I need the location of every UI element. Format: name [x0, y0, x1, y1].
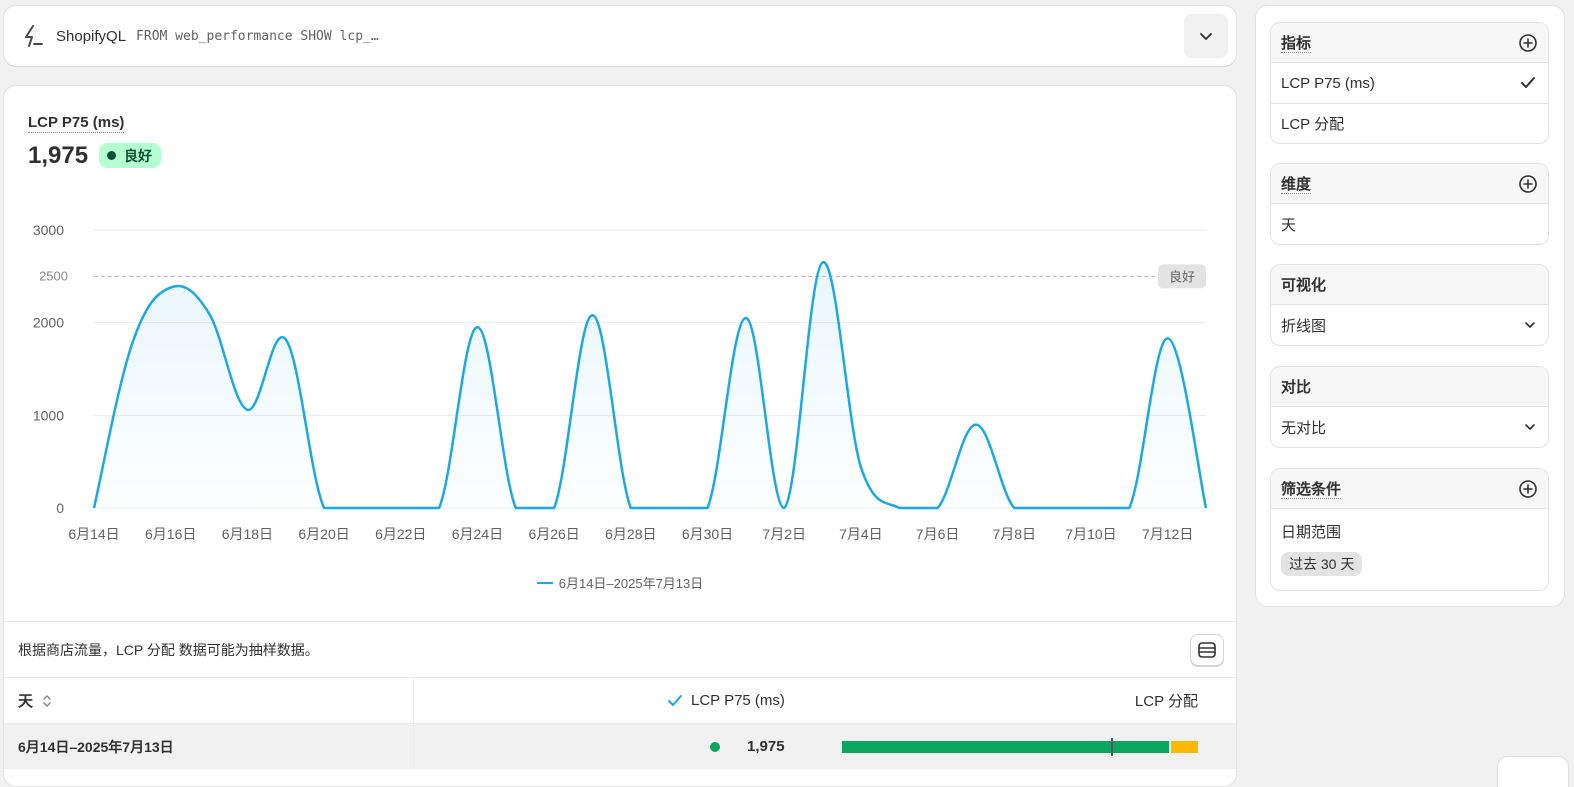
status-badge: 良好 — [99, 143, 161, 168]
x-tick-label: 7月2日 — [762, 526, 806, 542]
dimensions-section: 维度 天 — [1270, 163, 1549, 245]
x-tick-label: 6月16日 — [145, 526, 196, 542]
metric-option-lcp-distribution[interactable]: LCP 分配 — [1271, 103, 1548, 143]
bolt-icon — [25, 25, 43, 47]
report-card: LCP P75 (ms) 1,975 良好 0 1000 2000 3000 2500 良… — [4, 86, 1236, 786]
status-dot-icon — [107, 151, 116, 160]
table-header: 天 LCP P75 (ms) LCP 分配 — [4, 677, 1236, 723]
comparison-select-value: 无对比 — [1281, 419, 1327, 437]
dimension-option-label: 天 — [1281, 216, 1297, 234]
dimension-option-day[interactable]: 天 — [1271, 204, 1548, 244]
filters-section: 筛选条件 日期范围 过去 30 天 — [1270, 468, 1549, 591]
filter-label: 日期范围 — [1281, 524, 1342, 541]
legend-label: 6月14日–2025年7月13日 — [558, 576, 704, 591]
legend-swatch — [536, 581, 553, 584]
line-chart: 0 1000 2000 3000 2500 良好 6月14日 6月16日 6月18日 6月20日 6… — [33, 222, 1208, 542]
metric-option-lcp-p75[interactable]: LCP P75 (ms) — [1271, 63, 1548, 103]
x-tick-label: 6月20日 — [298, 526, 349, 542]
column-header-lcp-label: LCP P75 (ms) — [691, 692, 785, 709]
column-header-lcp[interactable]: LCP P75 (ms) — [667, 692, 785, 709]
x-tick-label: 6月14日 — [68, 526, 119, 542]
status-badge-label: 良好 — [124, 147, 152, 164]
visualization-select-value: 折线图 — [1281, 317, 1327, 335]
y-tick-label: 1000 — [33, 407, 64, 423]
column-header-day[interactable]: 天 — [4, 678, 414, 723]
metrics-section-title: 指标 — [1281, 35, 1312, 53]
table-row[interactable]: 6月14日–2025年7月13日 1,975 — [4, 723, 1236, 769]
x-tick-label: 6月18日 — [222, 526, 273, 542]
comparison-section-title: 对比 — [1281, 379, 1312, 396]
sampling-note: 根据商店流量，LCP 分配 数据可能为抽样数据。 — [4, 621, 1236, 677]
comparison-select[interactable]: 无对比 — [1271, 407, 1548, 447]
expand-query-button[interactable] — [1184, 14, 1228, 58]
y-tick-label: 2000 — [33, 315, 64, 331]
filter-chip[interactable]: 过去 30 天 — [1281, 552, 1363, 576]
query-text[interactable]: FROM web_performance SHOW lcp_… — [136, 29, 1184, 44]
add-dimension-icon[interactable] — [1518, 174, 1538, 194]
corner-tab[interactable] — [1498, 757, 1568, 787]
filter-date-range[interactable]: 日期范围 过去 30 天 — [1271, 509, 1548, 590]
visualization-section-title: 可视化 — [1281, 277, 1327, 294]
x-tick-label: 6月28日 — [605, 526, 656, 542]
x-tick-label: 6月30日 — [682, 526, 733, 542]
metrics-section: 指标 LCP P75 (ms) LCP 分配 — [1270, 22, 1549, 144]
row-status-dot — [710, 742, 720, 752]
chevron-down-icon — [1525, 322, 1535, 328]
x-tick-label: 7月10日 — [1065, 526, 1116, 542]
x-tick-label: 7月6日 — [916, 526, 960, 542]
column-header-distribution[interactable]: LCP 分配 — [1135, 690, 1198, 711]
table-view-button[interactable] — [1190, 633, 1224, 666]
comparison-section: 对比 无对比 — [1270, 366, 1549, 448]
chart-legend[interactable]: 6月14日–2025年7月13日 — [4, 573, 1236, 592]
threshold-label: 良好 — [1169, 269, 1195, 284]
x-tick-label: 7月8日 — [992, 526, 1036, 542]
dimensions-section-title: 维度 — [1281, 176, 1312, 194]
sort-icon[interactable] — [41, 693, 53, 709]
distribution-p75-marker — [1110, 738, 1113, 756]
x-tick-label: 6月24日 — [452, 526, 503, 542]
y-tick-label: 0 — [56, 500, 64, 516]
distribution-needs-improvement-segment — [1171, 741, 1198, 753]
query-bar[interactable]: ShopifyQL FROM web_performance SHOW lcp_… — [4, 6, 1236, 66]
threshold-tick-label: 2500 — [39, 268, 68, 283]
distribution-bar[interactable] — [842, 738, 1198, 756]
add-metric-icon[interactable] — [1518, 33, 1538, 53]
shopifyql-label: ShopifyQL — [56, 27, 127, 45]
visualization-select[interactable]: 折线图 — [1271, 305, 1548, 345]
chevron-down-icon — [1525, 424, 1535, 430]
metric-option-label: LCP 分配 — [1281, 116, 1345, 133]
x-tick-label: 7月4日 — [839, 526, 883, 542]
query-editor-panel: 指标 LCP P75 (ms) LCP 分配 维度 天 可视化 折线图 对比 无… — [1256, 6, 1564, 606]
checkmark-icon — [1521, 77, 1535, 88]
visualization-section: 可视化 折线图 — [1270, 264, 1549, 346]
row-lcp-value: 1,975 — [747, 738, 785, 755]
x-tick-label: 6月26日 — [528, 526, 579, 542]
sampling-note-text: 根据商店流量，LCP 分配 数据可能为抽样数据。 — [18, 641, 319, 658]
table-view-icon — [1198, 641, 1216, 658]
checkmark-icon — [668, 694, 682, 706]
y-tick-label: 3000 — [33, 222, 64, 238]
filters-section-title: 筛选条件 — [1281, 481, 1342, 499]
row-day: 6月14日–2025年7月13日 — [4, 724, 414, 769]
distribution-good-segment — [842, 741, 1170, 753]
chevron-down-icon — [1200, 33, 1212, 40]
add-filter-icon[interactable] — [1518, 479, 1538, 499]
metric-value: 1,975 — [28, 142, 89, 169]
metric-option-label: LCP P75 (ms) — [1281, 74, 1375, 92]
metric-title[interactable]: LCP P75 (ms) — [28, 114, 125, 133]
column-header-day-label: 天 — [18, 693, 34, 710]
x-tick-label: 7月12日 — [1142, 526, 1193, 542]
x-tick-label: 6月22日 — [375, 526, 426, 542]
